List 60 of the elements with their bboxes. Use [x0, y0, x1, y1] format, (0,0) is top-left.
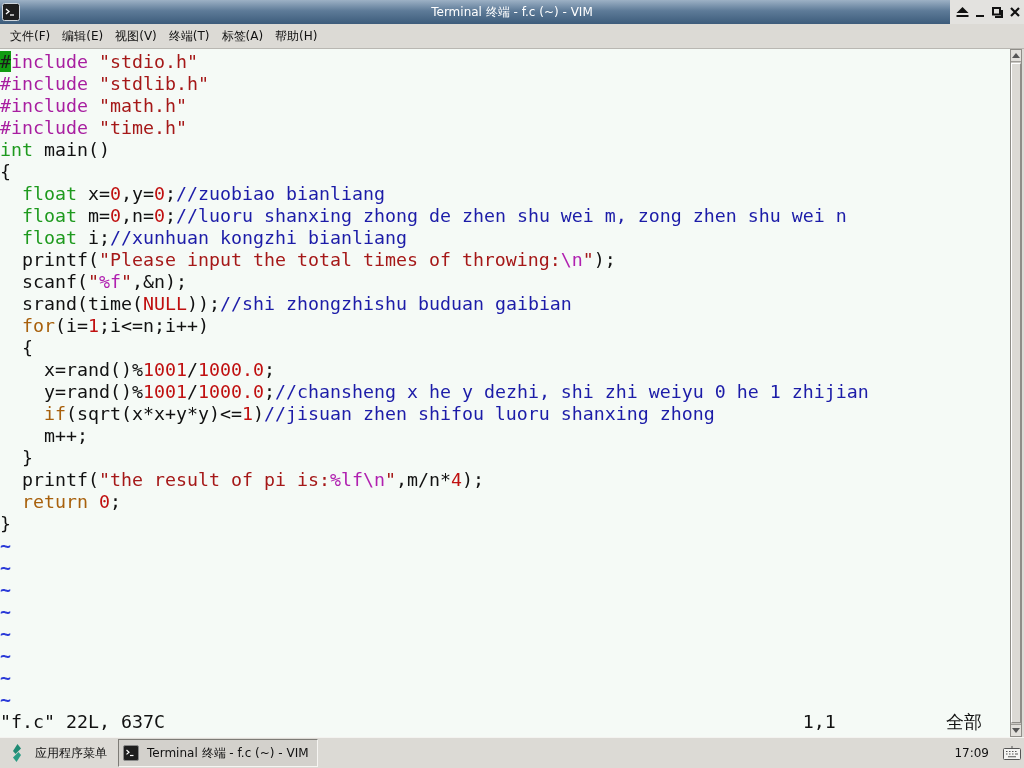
code-line: }: [0, 513, 11, 535]
code-line: x=rand()%1001/1000.0;: [43, 359, 275, 381]
empty-line-marker: ~: [0, 645, 11, 666]
code-line: if(sqrt(x*x+y*y)<=1)//jisuan zhen shifou luoru shanxing zhong: [43, 403, 715, 425]
code-line: scanf("%f",&n);: [21, 271, 187, 293]
code-line: y=rand()%1001/1000.0;//chansheng x he y dezhi, shi zhi weiyu 0 he 1 zhijian: [43, 381, 869, 403]
code-line: }: [21, 447, 33, 469]
code-line: printf("Please input the total times of throwing:\n");: [21, 249, 616, 271]
code-line: {: [21, 337, 33, 359]
code-line: int main(): [0, 139, 110, 161]
empty-line-marker: ~: [0, 557, 11, 578]
menu-item[interactable]: 终端(T): [163, 25, 215, 47]
code-line: #include "time.h": [0, 117, 187, 139]
terminal-icon: [123, 745, 139, 761]
maximize-button[interactable]: [991, 6, 1003, 18]
menu-item[interactable]: 帮助(H): [270, 25, 323, 47]
code-line: float x=0,y=0;//zuobiao bianliang: [21, 183, 385, 205]
diamonds-icon: [11, 744, 23, 762]
app-menu-button[interactable]: 应用程序菜单: [0, 742, 117, 764]
down-arrow-icon: [1012, 728, 1020, 733]
empty-line-marker: ~: [0, 623, 11, 644]
menu-item[interactable]: 标签(A): [216, 25, 269, 47]
taskbar-window-button[interactable]: Terminal 终端 - f.c (~) - VIM: [118, 739, 318, 767]
code-line: #include "stdio.h": [0, 51, 198, 73]
shade-button[interactable]: [956, 6, 969, 18]
keyboard-icon[interactable]: [1003, 746, 1021, 760]
minimize-icon: [976, 15, 985, 17]
empty-line-marker: ~: [0, 579, 11, 600]
scrollbar[interactable]: [1010, 49, 1022, 737]
scroll-down-button[interactable]: [1011, 724, 1021, 736]
window-title: Terminal 终端 - f.c (~) - VIM: [431, 3, 593, 21]
code-line: #include "math.h": [0, 95, 187, 117]
restore-icon: [991, 6, 1003, 18]
close-icon: [1010, 7, 1020, 17]
code-line: #include "stdlib.h": [0, 73, 209, 95]
empty-line-marker: ~: [0, 535, 11, 556]
scroll-thumb[interactable]: [1011, 63, 1021, 723]
cursor-position: 1,1: [802, 711, 836, 733]
menu-item[interactable]: 视图(V): [110, 25, 162, 47]
eject-icon: [956, 7, 969, 17]
empty-line-marker: ~: [0, 667, 11, 688]
status-message: "f.c" 22L, 637C: [0, 711, 165, 733]
code-line: float i;//xunhuan kongzhi bianliang: [21, 227, 407, 249]
code-line: {: [0, 161, 11, 183]
scroll-up-button[interactable]: [1011, 50, 1021, 62]
clock: 17:09: [954, 746, 989, 760]
empty-line-marker: ~: [0, 601, 11, 622]
code-line: srand(time(NULL));//shi zhongzhishu buduan gaibian: [21, 293, 572, 315]
code-line: return 0;: [21, 491, 121, 513]
menu-item[interactable]: 编辑(E): [57, 25, 109, 47]
code-line: float m=0,n=0;//luoru shanxing zhong de zhen shu wei m, zong zhen shu wei n: [21, 205, 847, 227]
code-line: printf("the result of pi is:%lf\n",m/n*4);: [21, 469, 484, 491]
empty-line-marker: ~: [0, 689, 11, 710]
code-line: for(i=1;i<=n;i++): [21, 315, 209, 337]
close-button[interactable]: [1010, 6, 1020, 18]
up-arrow-icon: [1012, 53, 1020, 58]
code-line: m++;: [43, 425, 88, 447]
terminal-icon[interactable]: [2, 3, 20, 21]
scroll-position: 全部: [945, 711, 982, 733]
menu-item[interactable]: 文件(F): [5, 25, 56, 47]
